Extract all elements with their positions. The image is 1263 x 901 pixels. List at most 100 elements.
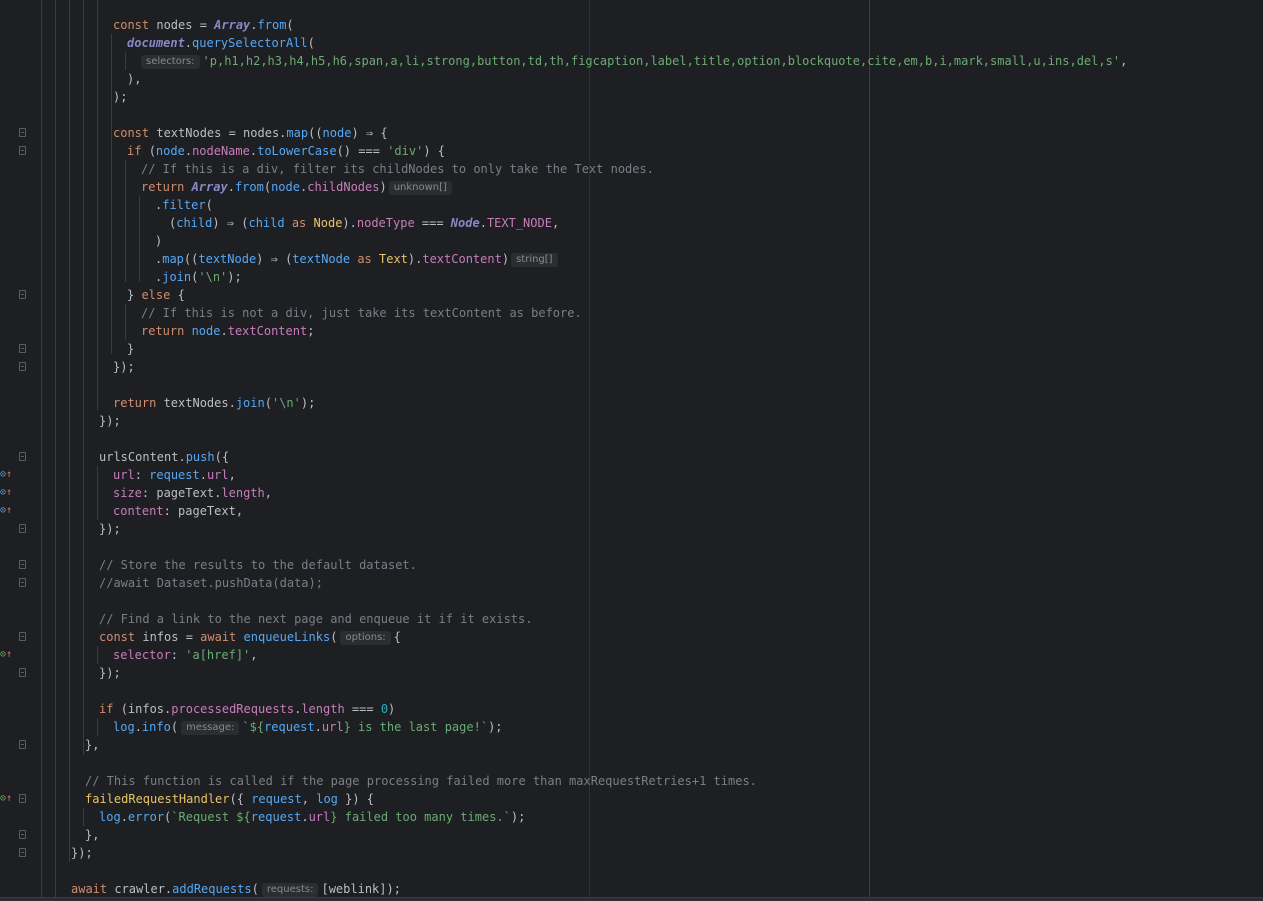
- code-line[interactable]: },: [0, 826, 99, 844]
- code-token: textNode: [198, 252, 257, 266]
- code-line[interactable]: size: pageText.length,: [0, 484, 272, 502]
- code-line[interactable]: content: pageText,: [0, 502, 243, 520]
- code-token: .: [184, 36, 193, 50]
- code-segments: .filter(: [155, 196, 213, 214]
- code-line[interactable]: url: request.url,: [0, 466, 236, 484]
- code-line[interactable]: // If this is not a div, just take its t…: [0, 304, 582, 322]
- code-token: ,: [264, 486, 272, 500]
- code-token: node: [155, 144, 185, 158]
- code-token: } failed too many times.`: [330, 810, 511, 824]
- code-line[interactable]: urlsContent.push({: [0, 448, 229, 466]
- code-line[interactable]: .map((textNode) ⇒ (textNode as Text).tex…: [0, 250, 558, 268]
- code-line[interactable]: const nodes = Array.from(: [0, 16, 294, 34]
- code-line[interactable]: if (infos.processedRequests.length === 0…: [0, 700, 395, 718]
- code-line[interactable]: });: [0, 412, 121, 430]
- code-token: nodes =: [156, 18, 215, 32]
- code-token: join: [235, 396, 265, 410]
- code-token: Text: [379, 252, 408, 266]
- code-token: textNode: [292, 252, 351, 266]
- comment: // This function is called if the page p…: [85, 774, 757, 788]
- code-line[interactable]: selectors:'p,h1,h2,h3,h4,h5,h6,span,a,li…: [0, 52, 1127, 70]
- indent-guide: [125, 160, 126, 282]
- code-line[interactable]: return Array.from(node.childNodes) unknow…: [0, 178, 452, 196]
- code-line[interactable]: );: [0, 88, 127, 106]
- code-token: `Request ${: [171, 810, 251, 824]
- code-line[interactable]: log.info(message: `${request.url} is the …: [0, 718, 503, 736]
- code-token: return: [141, 324, 192, 338]
- code-token: else: [141, 288, 171, 302]
- comment: // If this is not a div, just take its t…: [141, 306, 582, 320]
- code-segments: } else {: [127, 286, 185, 304]
- code-segments: document.querySelectorAll(: [127, 34, 315, 52]
- code-line[interactable]: ),: [0, 70, 141, 88]
- code-line[interactable]: const textNodes = nodes.map((node) ⇒ {: [0, 124, 388, 142]
- code-line[interactable]: // Store the results to the default data…: [0, 556, 417, 574]
- code-line[interactable]: if (node.nodeName.toLowerCase() === 'div…: [0, 142, 445, 160]
- code-token: length: [221, 486, 265, 500]
- code-token: textContent: [227, 324, 308, 338]
- code-line[interactable]: });: [0, 844, 93, 862]
- code-line[interactable]: failedRequestHandler({ request, log }) {: [0, 790, 374, 808]
- code-line[interactable]: .join('\n');: [0, 268, 242, 286]
- code-token: '\n': [198, 270, 228, 284]
- code-token: size: [113, 486, 142, 500]
- code-token: await: [71, 882, 115, 896]
- code-segments: const infos = await enqueueLinks(: [99, 630, 337, 644]
- code-line[interactable]: });: [0, 520, 121, 538]
- code-token: (infos.: [120, 702, 172, 716]
- parameter-hint-selectors: selectors:: [141, 55, 200, 69]
- code-token: (: [170, 720, 179, 734]
- code-token: ,: [551, 216, 560, 230]
- code-token: map: [162, 252, 184, 266]
- code-token: .: [479, 216, 487, 230]
- code-token: textNodes.: [163, 396, 236, 410]
- indent-guide: [97, 0, 98, 410]
- code-token: toLowerCase: [257, 144, 337, 158]
- code-line[interactable]: selector: 'a[href]',: [0, 646, 258, 664]
- code-token: node: [271, 180, 300, 194]
- code-line[interactable]: (child) ⇒ (child as Node).nodeType === N…: [0, 214, 559, 232]
- code-line[interactable]: return textNodes.join('\n');: [0, 394, 315, 412]
- code-segments: size: pageText.length,: [113, 484, 272, 502]
- code-token: ): [388, 702, 396, 716]
- code-token: ;: [307, 324, 315, 338]
- code-line[interactable]: ): [0, 232, 162, 250]
- code-segments: await crawler.addRequests(: [71, 882, 259, 896]
- code-line[interactable]: await crawler.addRequests(requests: [webl…: [0, 880, 401, 898]
- code-line[interactable]: },: [0, 736, 99, 754]
- type-hint-string-array: string[]: [511, 253, 558, 267]
- code-token: push: [185, 450, 215, 464]
- code-token: log: [316, 792, 338, 806]
- code-token: .: [227, 180, 235, 194]
- code-line[interactable]: });: [0, 358, 135, 376]
- code-line[interactable]: }: [0, 340, 134, 358]
- code-line[interactable]: // If this is a div, filter its childNod…: [0, 160, 654, 178]
- code-token: 'div': [387, 144, 424, 158]
- code-token: ===: [414, 216, 451, 230]
- parameter-hint-requests: requests:: [261, 883, 319, 897]
- code-line[interactable]: // Find a link to the next page and enqu…: [0, 610, 532, 628]
- code-token: ===: [358, 144, 380, 158]
- code-token: (: [330, 630, 338, 644]
- code-line[interactable]: // This function is called if the page p…: [0, 772, 757, 790]
- code-line[interactable]: .filter(: [0, 196, 213, 214]
- code-line[interactable]: const infos = await enqueueLinks(options…: [0, 628, 401, 646]
- code-segments: url: request.url,: [113, 466, 236, 484]
- code-token: url: [113, 468, 135, 482]
- code-line[interactable]: } else {: [0, 286, 185, 304]
- code-token: }: [127, 288, 142, 302]
- horizontal-scrollbar[interactable]: [0, 897, 1263, 901]
- code-token: TEXT_NODE: [486, 216, 552, 230]
- code-token: url: [308, 810, 331, 824]
- code-line[interactable]: document.querySelectorAll(: [0, 34, 315, 52]
- code-line[interactable]: });: [0, 664, 121, 682]
- code-line[interactable]: log.error(`Request ${request.url} failed…: [0, 808, 525, 826]
- code-token: ) ⇒ (: [212, 216, 249, 230]
- code-token: : pageText.: [141, 486, 222, 500]
- code-editor[interactable]: const nodes = Array.from( document.query…: [0, 0, 1263, 901]
- code-line[interactable]: //await Dataset.pushData(data);: [0, 574, 323, 592]
- code-line[interactable]: return node.textContent;: [0, 322, 314, 340]
- code-token: ) {: [423, 144, 445, 158]
- code-token: ) ⇒ (: [256, 252, 293, 266]
- code-token: urlsContent.: [99, 450, 186, 464]
